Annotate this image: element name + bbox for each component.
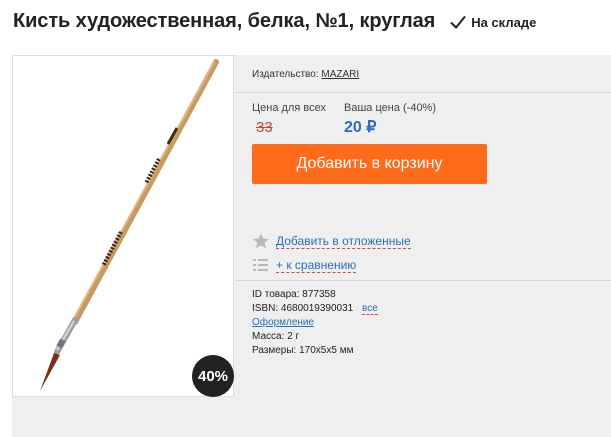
size-label: Размеры:	[252, 345, 297, 356]
stock-status: На складе	[449, 13, 536, 31]
product-page: Кисть художественная, белка, №1, круглая…	[0, 0, 611, 437]
product-title: Кисть художественная, белка, №1, круглая	[13, 9, 436, 32]
publisher-link[interactable]: MAZARI	[321, 69, 359, 80]
title-row: Кисть художественная, белка, №1, круглая…	[13, 6, 611, 36]
product-image[interactable]: 40%	[12, 55, 234, 397]
publisher-label: Издательство:	[252, 69, 319, 80]
weight-value: 2 г	[287, 331, 300, 342]
price-block: Цена для всех Ваша цена (-40%) 33 20 ₽ Д…	[235, 93, 611, 281]
star-icon	[253, 233, 269, 249]
compare-link[interactable]: + к сравнению	[276, 258, 357, 273]
detail-isbn: ISBN: 4680019390031 все	[252, 302, 611, 316]
defer-link[interactable]: Добавить в отложенные	[276, 234, 411, 249]
defer-action[interactable]: Добавить в отложенные	[252, 233, 411, 249]
price-labels: Цена для всех Ваша цена (-40%)	[252, 102, 611, 114]
check-icon	[450, 15, 466, 29]
id-value: 877358	[302, 289, 336, 300]
compare-action[interactable]: + к сравнению	[252, 257, 357, 273]
isbn-all-link[interactable]: все	[362, 303, 378, 315]
detail-weight: Масса: 2 г	[252, 330, 611, 344]
old-price: 33	[256, 119, 273, 136]
detail-size: Размеры: 170x5x5 мм	[252, 344, 611, 358]
isbn-label: ISBN:	[252, 303, 279, 314]
weight-label: Масса:	[252, 331, 285, 342]
product-info: Издательство: MAZARI Цена для всех Ваша …	[235, 55, 611, 358]
stock-status-text: На складе	[471, 14, 537, 30]
size-value: 170x5x5 мм	[299, 345, 354, 356]
publisher-block: Издательство: MAZARI	[235, 55, 611, 93]
detail-id: ID товара: 877358	[252, 288, 611, 302]
discount-badge: 40%	[192, 355, 234, 397]
prices: 33 20 ₽	[252, 117, 611, 137]
design-link[interactable]: Оформление	[252, 317, 314, 328]
brush-image	[40, 59, 219, 391]
detail-design: Оформление	[252, 316, 611, 330]
product-details: ID товара: 877358 ISBN: 4680019390031 вс…	[235, 281, 611, 358]
price-label-yours: Ваша цена (-40%)	[344, 102, 437, 114]
list-icon	[253, 259, 268, 271]
price-label-all: Цена для всех	[252, 102, 326, 114]
id-label: ID товара:	[252, 289, 300, 300]
new-price: 20 ₽	[344, 119, 377, 136]
isbn-value: 4680019390031	[280, 303, 354, 314]
add-to-cart-button[interactable]: Добавить в корзину	[252, 144, 487, 184]
